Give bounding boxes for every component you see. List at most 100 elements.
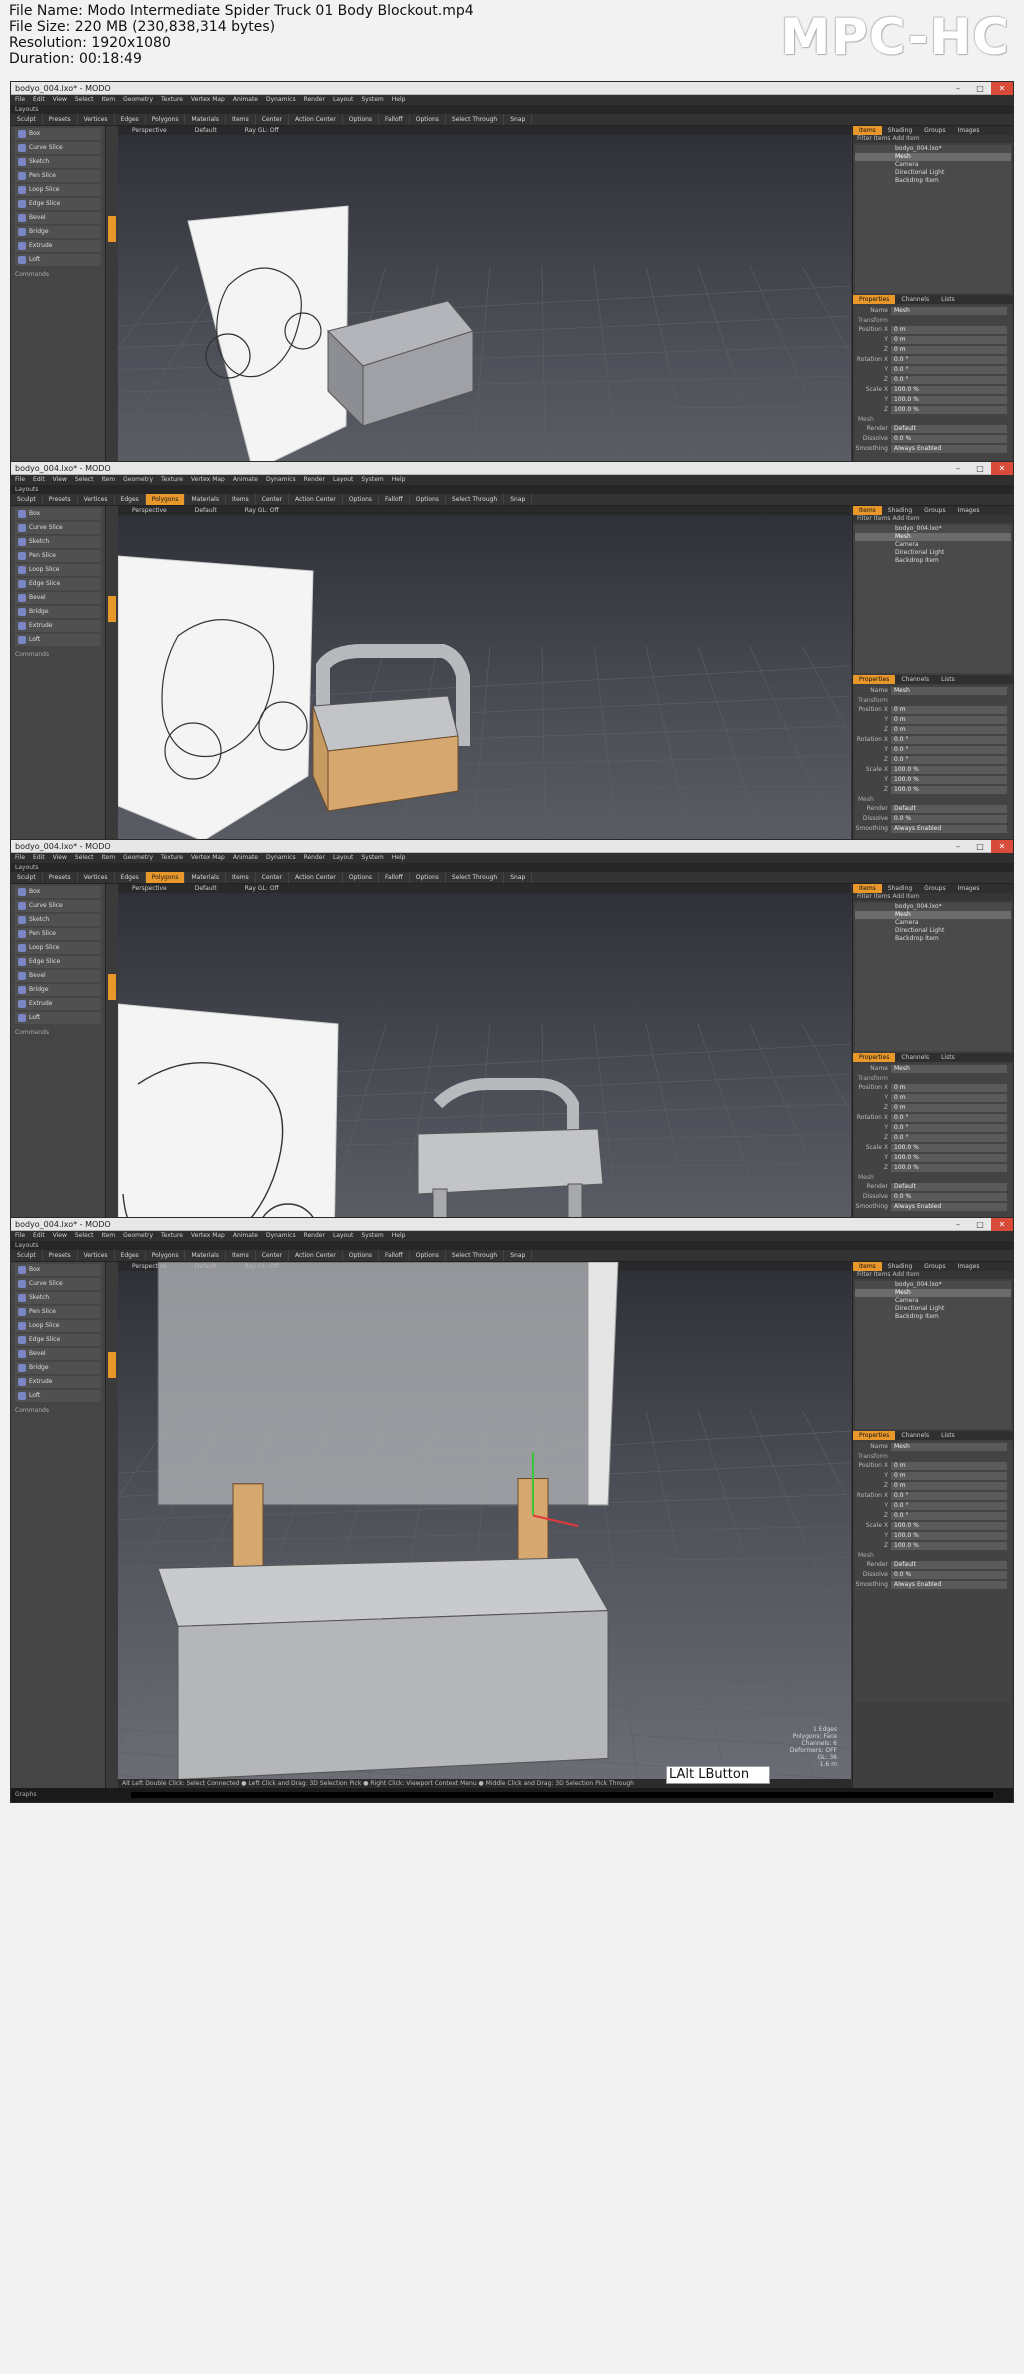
menu-select[interactable]: Select [71,853,98,863]
toolbar-center[interactable]: Center [256,1250,289,1261]
toolbar-options[interactable]: Options [410,1250,446,1261]
toolbar-action-center[interactable]: Action Center [289,1250,343,1261]
properties-tab[interactable]: Properties [853,1431,896,1440]
menu-edit[interactable]: Edit [29,853,49,863]
toolbar-edges[interactable]: Edges [115,494,146,505]
property-value-field[interactable]: 0.0 ° [891,1123,1007,1132]
list-item[interactable]: bodyo_004.lxo* [855,903,1011,911]
tool-pen-slice[interactable]: Pen Slice [15,1306,101,1318]
toolbar-snap[interactable]: Snap [504,114,533,125]
property-value-field[interactable]: 0 m [891,345,1007,354]
menu-render[interactable]: Render [300,475,329,485]
menu-file[interactable]: File [11,853,29,863]
toolbar-center[interactable]: Center [256,114,289,125]
panel-tab-items[interactable]: Items [853,1262,882,1271]
list-item[interactable]: Backdrop Item [855,1313,1011,1321]
tool-bridge[interactable]: Bridge [15,984,101,996]
property-value-field[interactable]: 0.0 ° [891,1491,1007,1500]
property-value-field[interactable]: 0 m [891,1103,1007,1112]
properties-tab[interactable]: Channels [895,675,935,684]
properties-tab[interactable]: Properties [853,675,896,684]
menu-system[interactable]: System [357,95,387,105]
toolbar-sculpt[interactable]: Sculpt [11,1250,43,1261]
property-value-field[interactable]: 0.0 % [891,1192,1007,1201]
tool-curve-slice[interactable]: Curve Slice [15,142,101,154]
list-item[interactable]: Mesh [855,533,1011,541]
toolbar-vertices[interactable]: Vertices [78,494,115,505]
property-value-field[interactable]: 0.0 ° [891,735,1007,744]
panel-tab-images[interactable]: Images [952,506,986,515]
list-item[interactable]: Backdrop Item [855,177,1011,185]
list-item[interactable]: Mesh [855,1289,1011,1297]
property-value-field[interactable]: Always Enabled [891,444,1007,453]
property-value-field[interactable]: 0 m [891,1093,1007,1102]
toolbar-polygons[interactable]: Polygons [146,114,186,125]
maximize-icon[interactable]: □ [969,462,991,475]
menu-animate[interactable]: Animate [229,853,262,863]
list-item[interactable]: Directional Light [855,169,1011,177]
panel-tab-images[interactable]: Images [952,884,986,893]
tool-loft[interactable]: Loft [15,1012,101,1024]
property-value-field[interactable]: 100.0 % [891,395,1007,404]
list-item[interactable]: Camera [855,1297,1011,1305]
tool-extrude[interactable]: Extrude [15,998,101,1010]
panel-tab-groups[interactable]: Groups [918,1262,951,1271]
property-value-field[interactable]: Mesh [891,686,1007,695]
property-value-field[interactable]: 0.0 ° [891,365,1007,374]
property-value-field[interactable]: 0.0 ° [891,1511,1007,1520]
property-value-field[interactable]: 0 m [891,335,1007,344]
tool-bevel[interactable]: Bevel [15,212,101,224]
menu-item[interactable]: Item [97,95,119,105]
panel-tab-groups[interactable]: Groups [918,884,951,893]
toolbar-vertices[interactable]: Vertices [78,872,115,883]
layouts-menu[interactable]: Layouts [15,105,39,114]
menu-system[interactable]: System [357,1231,387,1241]
property-value-field[interactable]: 100.0 % [891,1163,1007,1172]
menu-animate[interactable]: Animate [229,475,262,485]
toolbar-presets[interactable]: Presets [43,1250,78,1261]
list-item[interactable]: bodyo_004.lxo* [855,145,1011,153]
tool-box[interactable]: Box [15,886,101,898]
tool-curve-slice[interactable]: Curve Slice [15,522,101,534]
toolbar-sculpt[interactable]: Sculpt [11,114,43,125]
menu-render[interactable]: Render [300,853,329,863]
menu-edit[interactable]: Edit [29,475,49,485]
tool-loft[interactable]: Loft [15,254,101,266]
properties-tab[interactable]: Lists [935,1431,961,1440]
tool-bevel[interactable]: Bevel [15,1348,101,1360]
tool-edge-slice[interactable]: Edge Slice [15,956,101,968]
tool-box[interactable]: Box [15,508,101,520]
close-icon[interactable]: ✕ [991,1218,1013,1231]
toolbar-presets[interactable]: Presets [43,872,78,883]
property-value-field[interactable]: 0 m [891,715,1007,724]
properties-tab[interactable]: Properties [853,295,896,304]
property-value-field[interactable]: 0.0 ° [891,1133,1007,1142]
menu-help[interactable]: Help [388,1231,410,1241]
menu-geometry[interactable]: Geometry [119,853,157,863]
tool-pen-slice[interactable]: Pen Slice [15,170,101,182]
menu-select[interactable]: Select [71,475,98,485]
toolbar-options[interactable]: Options [343,114,380,125]
toolbar-presets[interactable]: Presets [43,114,78,125]
menu-help[interactable]: Help [388,95,410,105]
properties-tab[interactable]: Lists [935,1053,961,1062]
property-value-field[interactable]: 0 m [891,1083,1007,1092]
property-value-field[interactable]: 100.0 % [891,405,1007,414]
property-value-field[interactable]: 100.0 % [891,775,1007,784]
tool-bridge[interactable]: Bridge [15,226,101,238]
list-item[interactable]: Camera [855,541,1011,549]
property-value-field[interactable]: Always Enabled [891,824,1007,833]
list-item[interactable]: Camera [855,919,1011,927]
maximize-icon[interactable]: □ [969,840,991,853]
properties-tab[interactable]: Lists [935,675,961,684]
toolbar-edges[interactable]: Edges [115,872,146,883]
maximize-icon[interactable]: □ [969,1218,991,1231]
properties-tab[interactable]: Lists [935,295,961,304]
toolbar-options[interactable]: Options [343,872,380,883]
menu-system[interactable]: System [357,475,387,485]
property-value-field[interactable]: 100.0 % [891,385,1007,394]
tool-box[interactable]: Box [15,1264,101,1276]
tool-extrude[interactable]: Extrude [15,240,101,252]
tool-edge-slice[interactable]: Edge Slice [15,578,101,590]
menu-dynamics[interactable]: Dynamics [262,475,300,485]
